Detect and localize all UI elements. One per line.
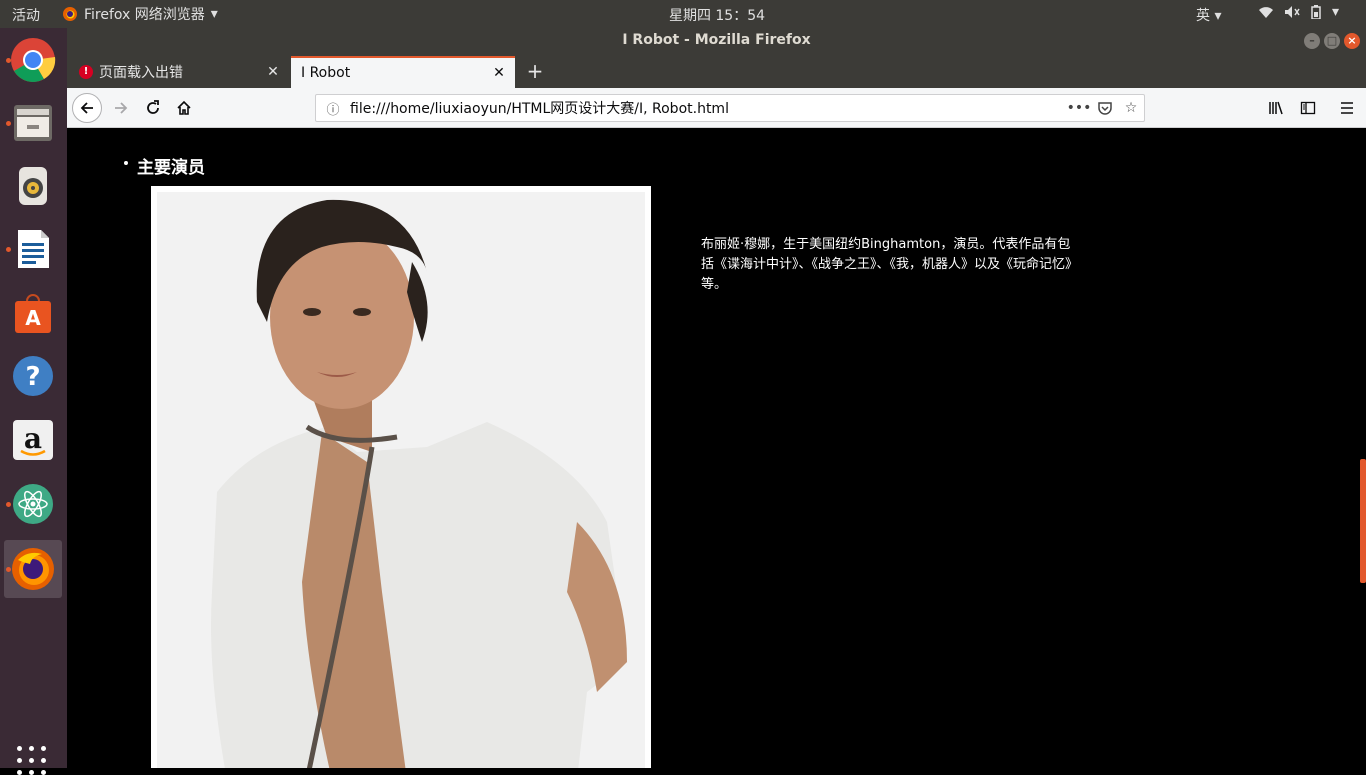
launcher-help[interactable]: ? [4, 347, 62, 405]
show-applications-button[interactable] [17, 746, 46, 775]
page-scrollbar[interactable] [1360, 459, 1366, 583]
window-title: I Robot - Mozilla Firefox [622, 32, 811, 48]
clock[interactable]: 星期四 15：54 [0, 5, 1366, 25]
running-indicator [6, 247, 11, 252]
volume-icon [1285, 6, 1300, 18]
tab-strip: ! 页面载入出错 ✕ I Robot ✕ + [67, 54, 1366, 88]
help-icon: ? [13, 356, 53, 396]
bookmark-star-icon[interactable]: ☆ [1118, 100, 1144, 116]
launcher-firefox[interactable] [4, 540, 62, 598]
launcher-libreoffice-writer[interactable] [4, 220, 62, 278]
running-indicator [6, 121, 11, 126]
launcher-files[interactable] [4, 94, 62, 152]
running-indicator [6, 567, 11, 572]
svg-text:a: a [24, 422, 42, 455]
reload-icon [147, 100, 159, 114]
writer-icon [18, 230, 49, 268]
library-button[interactable] [1262, 94, 1290, 122]
section-heading: 主要演员 [124, 153, 205, 178]
rhythmbox-icon [19, 167, 47, 205]
tab-label: 页面载入出错 [99, 65, 183, 81]
new-tab-button[interactable]: + [523, 60, 547, 84]
home-button[interactable] [170, 94, 198, 122]
arrow-left-icon [80, 102, 93, 114]
hamburger-icon [1341, 102, 1353, 114]
firefox-icon [12, 548, 54, 590]
reload-button[interactable] [139, 94, 167, 122]
running-indicator [6, 58, 11, 63]
actor-bio: 布丽姬·穆娜，生于美国纽约Binghamton，演员。代表作品有包括《谍海计中计… [701, 237, 1079, 292]
sidebar-icon [1300, 101, 1316, 115]
amazon-icon: a [13, 420, 53, 460]
close-tab-button[interactable]: ✕ [489, 65, 509, 81]
launcher-chrome[interactable] [4, 31, 62, 89]
svg-text:A: A [25, 306, 41, 330]
close-window-button[interactable]: × [1344, 33, 1360, 49]
home-icon [177, 100, 191, 115]
system-top-bar: 活动 Firefox 网络浏览器 ▾ 星期四 15：54 英 ▾ ▾ [0, 0, 1366, 28]
atom-icon [13, 484, 53, 524]
error-icon: ! [79, 65, 93, 79]
sidebar-button[interactable] [1294, 94, 1322, 122]
navigation-toolbar: ⓘ file:///home/liuxiaoyun/HTML网页设计大赛/I, … [67, 88, 1366, 128]
launcher-amazon[interactable]: a [4, 411, 62, 469]
actor-photo [151, 186, 651, 768]
forward-button[interactable] [107, 94, 135, 122]
menu-button[interactable] [1333, 94, 1361, 122]
battery-icon [1311, 5, 1321, 19]
tab-label: I Robot [301, 65, 351, 81]
wifi-icon [1259, 7, 1273, 18]
launcher-software-center[interactable]: A [4, 284, 62, 342]
arrow-right-icon [115, 102, 128, 114]
software-center-icon: A [15, 294, 51, 333]
files-icon [14, 105, 52, 141]
minimize-button[interactable]: – [1304, 33, 1320, 49]
site-info-icon[interactable]: ⓘ [316, 99, 350, 118]
svg-text:?: ? [25, 362, 40, 392]
maximize-button[interactable]: □ [1324, 33, 1340, 49]
chevron-down-icon: ▾ [1332, 4, 1340, 20]
input-method-label: 英 [1196, 8, 1210, 24]
launcher-atom[interactable] [4, 475, 62, 533]
window-controls: – □ × [1304, 33, 1360, 49]
system-tray[interactable]: ▾ [1258, 4, 1339, 20]
actor-portrait-image [157, 192, 645, 768]
url-text[interactable]: file:///home/liuxiaoyun/HTML网页设计大赛/I, Ro… [350, 98, 1066, 118]
ubuntu-launcher: A ? a [0, 28, 67, 775]
back-button[interactable] [72, 93, 102, 123]
tab-load-error[interactable]: ! 页面载入出错 ✕ [69, 56, 289, 88]
tab-i-robot[interactable]: I Robot ✕ [291, 56, 515, 88]
page-actions-icon[interactable]: ••• [1066, 100, 1092, 116]
list-bullet [124, 161, 128, 165]
close-tab-button[interactable]: ✕ [263, 64, 283, 80]
chrome-icon [11, 38, 56, 82]
pocket-icon[interactable] [1092, 97, 1118, 120]
page-content: 主要演员 布丽姬·穆娜，生于美国纽约Binghamton，演员。代表作品有包括《… [67, 129, 1363, 768]
section-heading-text: 主要演员 [137, 158, 205, 178]
library-icon [1269, 101, 1283, 115]
input-method-indicator[interactable]: 英 ▾ [1196, 5, 1221, 25]
window-title-bar: I Robot - Mozilla Firefox – □ × [67, 28, 1366, 54]
launcher-rhythmbox[interactable] [4, 157, 62, 215]
running-indicator [6, 502, 11, 507]
pocket-shape-icon [1098, 101, 1112, 115]
address-bar[interactable]: ⓘ file:///home/liuxiaoyun/HTML网页设计大赛/I, … [315, 94, 1145, 122]
